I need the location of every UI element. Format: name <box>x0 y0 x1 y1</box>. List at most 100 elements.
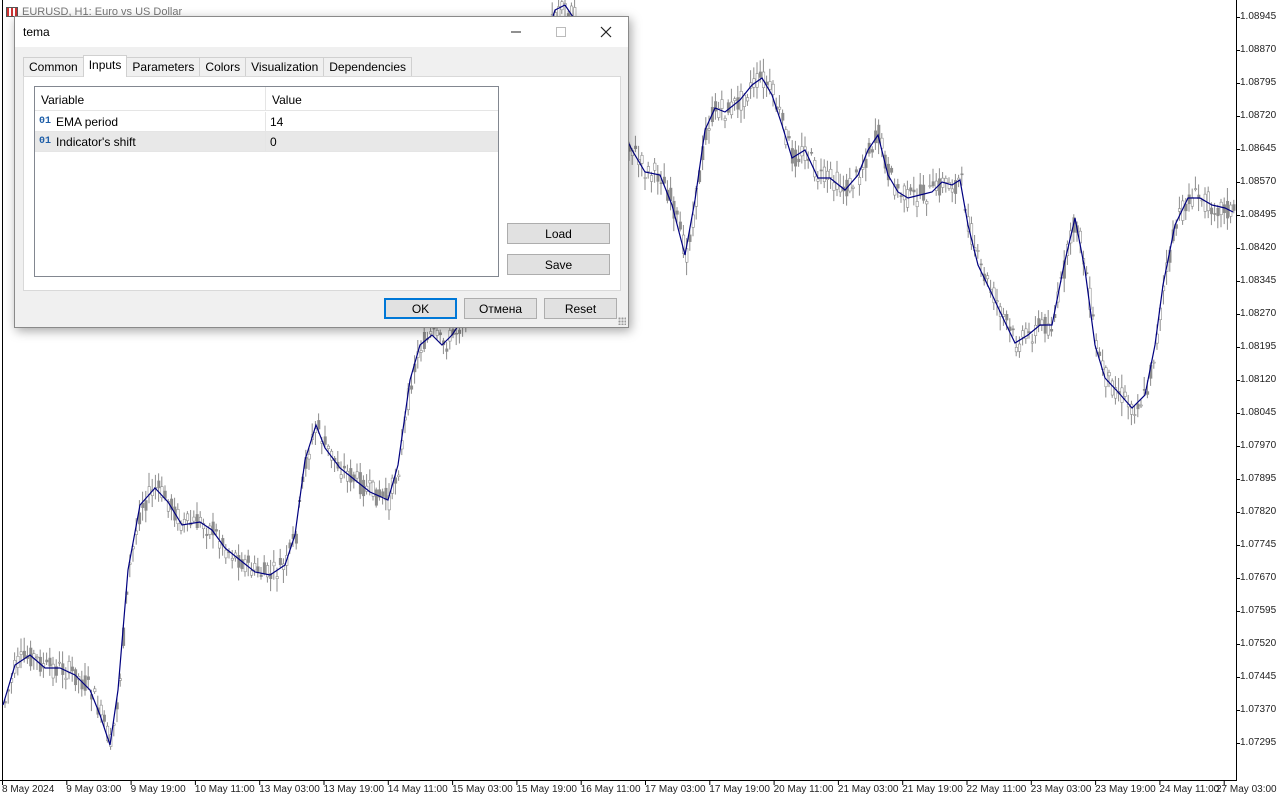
candle-body <box>742 94 746 107</box>
resize-grip-icon[interactable] <box>618 317 626 325</box>
candle-body <box>186 513 190 521</box>
price-tick-label: 1.08195 <box>1240 341 1277 352</box>
close-button[interactable] <box>583 17 628 47</box>
candle-body <box>1190 197 1194 207</box>
candle-body <box>803 146 807 161</box>
candle-body <box>294 533 298 544</box>
variable-name: Indicator's shift <box>56 134 136 149</box>
variable-cell: 01 EMA period <box>35 112 266 131</box>
candle-body <box>253 563 257 571</box>
candle-body <box>1005 313 1009 321</box>
candle-body <box>64 677 68 680</box>
cancel-button[interactable]: Отмена <box>464 298 537 319</box>
candle-body <box>758 71 762 78</box>
candle-body <box>646 166 650 172</box>
dialog-titlebar[interactable]: tema <box>15 17 628 47</box>
variable-name: EMA period <box>56 114 119 129</box>
candle-body <box>1133 414 1137 416</box>
price-tick-label: 1.07295 <box>1240 737 1277 748</box>
candle-body <box>1027 331 1031 333</box>
save-button[interactable]: Save <box>507 254 610 275</box>
candle-body <box>1216 208 1220 217</box>
candle-body <box>707 128 711 131</box>
table-row[interactable]: 01 Indicator's shift 0 <box>35 132 498 152</box>
reset-button[interactable]: Reset <box>544 298 617 319</box>
candle-body <box>22 650 26 659</box>
inputs-grid[interactable]: Variable Value 01 EMA period 14 01 Indic… <box>34 86 499 277</box>
table-row[interactable]: 01 EMA period 14 <box>35 112 498 132</box>
candle-body <box>182 519 186 525</box>
ok-button[interactable]: OK <box>384 298 457 319</box>
candle-body <box>435 330 439 336</box>
candle-body <box>1194 188 1198 190</box>
candle-body <box>118 678 122 681</box>
candle-body <box>928 185 932 187</box>
candle-body <box>979 263 983 266</box>
candle-body <box>195 514 199 528</box>
candle-body <box>688 234 692 242</box>
candle-body <box>1018 343 1022 352</box>
candle-body <box>739 91 743 111</box>
candle-body <box>960 173 964 176</box>
tab-common[interactable]: Common <box>23 57 84 77</box>
price-tick-label: 1.08120 <box>1240 374 1277 385</box>
grid-header: Variable Value <box>35 87 498 111</box>
price-tick-label: 1.08420 <box>1240 242 1277 253</box>
candle-body <box>995 300 999 303</box>
tab-parameters[interactable]: Parameters <box>126 57 201 77</box>
candle-body <box>1219 201 1223 216</box>
load-button[interactable]: Load <box>507 223 610 244</box>
candle-body <box>99 704 103 716</box>
candle-body <box>342 465 346 469</box>
time-tick-label: 24 May 11:00 <box>1159 784 1220 795</box>
candle-body <box>272 561 276 567</box>
inputs-panel: Variable Value 01 EMA period 14 01 Indic… <box>23 76 621 291</box>
candle-body <box>922 184 926 201</box>
candle-body <box>381 491 385 497</box>
candle-body <box>931 181 935 187</box>
candle-body <box>58 661 62 664</box>
maximize-button[interactable] <box>538 17 583 47</box>
candle-body <box>832 182 836 191</box>
candle-body <box>1203 193 1207 212</box>
column-header-variable[interactable]: Variable <box>35 87 266 110</box>
candle-body <box>640 155 644 164</box>
candle-body <box>45 659 49 663</box>
candle-body <box>944 177 948 183</box>
candle-body <box>397 474 401 477</box>
value-cell[interactable]: 0 <box>266 132 498 151</box>
candle-body <box>35 656 39 659</box>
minimize-button[interactable] <box>493 17 538 47</box>
candle-body <box>1206 191 1210 212</box>
candle-body <box>214 529 218 532</box>
tab-dependencies[interactable]: Dependencies <box>323 57 412 77</box>
candle-body <box>1098 351 1102 356</box>
tab-inputs[interactable]: Inputs <box>82 55 128 77</box>
candle-body <box>1213 213 1217 215</box>
candle-body <box>918 184 922 196</box>
candle-body <box>67 660 71 674</box>
price-tick-label: 1.07820 <box>1240 506 1277 517</box>
candle-body <box>822 166 826 182</box>
candle-body <box>643 177 647 179</box>
candle-body <box>912 189 916 193</box>
candle-body <box>1146 391 1150 395</box>
candle-body <box>896 184 900 189</box>
variable-cell: 01 Indicator's shift <box>35 132 266 151</box>
candle-body <box>1021 330 1025 338</box>
candle-body <box>634 145 638 150</box>
column-header-value[interactable]: Value <box>266 87 498 110</box>
value-cell[interactable]: 14 <box>266 112 498 131</box>
time-tick-label: 15 May 03:00 <box>452 784 513 795</box>
price-tick-label: 1.08645 <box>1240 143 1277 154</box>
candle-body <box>454 332 458 335</box>
tab-visualization[interactable]: Visualization <box>245 57 325 77</box>
tab-colors[interactable]: Colors <box>199 57 247 77</box>
candle-body <box>787 136 791 139</box>
time-tick-label: 15 May 19:00 <box>516 784 577 795</box>
candle-body <box>323 436 327 445</box>
candle-body <box>1136 403 1140 410</box>
candle-body <box>70 666 74 672</box>
candle-body <box>355 471 359 479</box>
candle-body <box>1011 328 1015 331</box>
